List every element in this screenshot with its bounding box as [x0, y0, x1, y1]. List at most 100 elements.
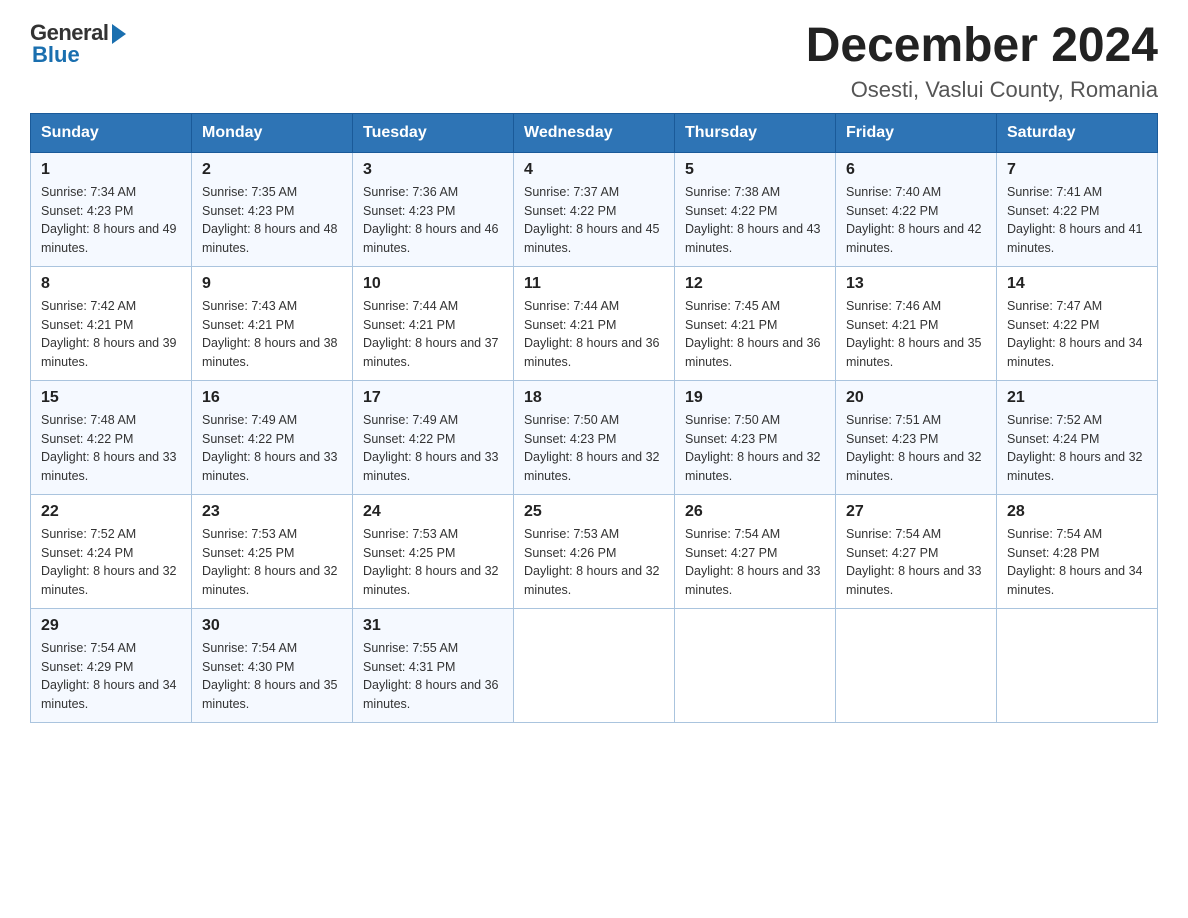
table-row	[997, 608, 1158, 722]
table-row: 13 Sunrise: 7:46 AM Sunset: 4:21 PM Dayl…	[836, 266, 997, 380]
table-row: 8 Sunrise: 7:42 AM Sunset: 4:21 PM Dayli…	[31, 266, 192, 380]
day-number: 15	[41, 389, 181, 407]
day-info: Sunrise: 7:49 AM Sunset: 4:22 PM Dayligh…	[202, 411, 342, 486]
page-header: General Blue December 2024 Osesti, Vaslu…	[30, 20, 1158, 103]
day-number: 18	[524, 389, 664, 407]
table-row: 5 Sunrise: 7:38 AM Sunset: 4:22 PM Dayli…	[675, 152, 836, 266]
day-number: 14	[1007, 275, 1147, 293]
day-info: Sunrise: 7:41 AM Sunset: 4:22 PM Dayligh…	[1007, 183, 1147, 258]
table-row: 11 Sunrise: 7:44 AM Sunset: 4:21 PM Dayl…	[514, 266, 675, 380]
table-row: 1 Sunrise: 7:34 AM Sunset: 4:23 PM Dayli…	[31, 152, 192, 266]
day-info: Sunrise: 7:40 AM Sunset: 4:22 PM Dayligh…	[846, 183, 986, 258]
table-row: 14 Sunrise: 7:47 AM Sunset: 4:22 PM Dayl…	[997, 266, 1158, 380]
table-row: 12 Sunrise: 7:45 AM Sunset: 4:21 PM Dayl…	[675, 266, 836, 380]
col-sunday: Sunday	[31, 113, 192, 152]
day-info: Sunrise: 7:53 AM Sunset: 4:25 PM Dayligh…	[363, 525, 503, 600]
day-info: Sunrise: 7:52 AM Sunset: 4:24 PM Dayligh…	[41, 525, 181, 600]
col-wednesday: Wednesday	[514, 113, 675, 152]
table-row: 28 Sunrise: 7:54 AM Sunset: 4:28 PM Dayl…	[997, 494, 1158, 608]
day-info: Sunrise: 7:44 AM Sunset: 4:21 PM Dayligh…	[363, 297, 503, 372]
day-number: 12	[685, 275, 825, 293]
calendar-title: December 2024	[806, 20, 1158, 73]
logo-blue-text: Blue	[32, 42, 80, 68]
table-row: 26 Sunrise: 7:54 AM Sunset: 4:27 PM Dayl…	[675, 494, 836, 608]
day-info: Sunrise: 7:45 AM Sunset: 4:21 PM Dayligh…	[685, 297, 825, 372]
table-row: 29 Sunrise: 7:54 AM Sunset: 4:29 PM Dayl…	[31, 608, 192, 722]
calendar-week-row: 15 Sunrise: 7:48 AM Sunset: 4:22 PM Dayl…	[31, 380, 1158, 494]
calendar-table: Sunday Monday Tuesday Wednesday Thursday…	[30, 113, 1158, 723]
table-row: 31 Sunrise: 7:55 AM Sunset: 4:31 PM Dayl…	[353, 608, 514, 722]
col-friday: Friday	[836, 113, 997, 152]
day-number: 25	[524, 503, 664, 521]
day-number: 7	[1007, 161, 1147, 179]
day-number: 20	[846, 389, 986, 407]
day-info: Sunrise: 7:42 AM Sunset: 4:21 PM Dayligh…	[41, 297, 181, 372]
calendar-week-row: 29 Sunrise: 7:54 AM Sunset: 4:29 PM Dayl…	[31, 608, 1158, 722]
day-number: 16	[202, 389, 342, 407]
day-info: Sunrise: 7:53 AM Sunset: 4:25 PM Dayligh…	[202, 525, 342, 600]
day-number: 24	[363, 503, 503, 521]
day-info: Sunrise: 7:53 AM Sunset: 4:26 PM Dayligh…	[524, 525, 664, 600]
table-row: 4 Sunrise: 7:37 AM Sunset: 4:22 PM Dayli…	[514, 152, 675, 266]
table-row: 30 Sunrise: 7:54 AM Sunset: 4:30 PM Dayl…	[192, 608, 353, 722]
table-row: 17 Sunrise: 7:49 AM Sunset: 4:22 PM Dayl…	[353, 380, 514, 494]
table-row: 25 Sunrise: 7:53 AM Sunset: 4:26 PM Dayl…	[514, 494, 675, 608]
day-info: Sunrise: 7:37 AM Sunset: 4:22 PM Dayligh…	[524, 183, 664, 258]
table-row: 7 Sunrise: 7:41 AM Sunset: 4:22 PM Dayli…	[997, 152, 1158, 266]
day-number: 22	[41, 503, 181, 521]
day-number: 29	[41, 617, 181, 635]
table-row: 10 Sunrise: 7:44 AM Sunset: 4:21 PM Dayl…	[353, 266, 514, 380]
day-info: Sunrise: 7:44 AM Sunset: 4:21 PM Dayligh…	[524, 297, 664, 372]
day-info: Sunrise: 7:48 AM Sunset: 4:22 PM Dayligh…	[41, 411, 181, 486]
table-row: 20 Sunrise: 7:51 AM Sunset: 4:23 PM Dayl…	[836, 380, 997, 494]
day-info: Sunrise: 7:54 AM Sunset: 4:27 PM Dayligh…	[685, 525, 825, 600]
day-number: 4	[524, 161, 664, 179]
logo-arrow-icon	[112, 24, 126, 44]
day-info: Sunrise: 7:54 AM Sunset: 4:30 PM Dayligh…	[202, 639, 342, 714]
calendar-week-row: 22 Sunrise: 7:52 AM Sunset: 4:24 PM Dayl…	[31, 494, 1158, 608]
table-row: 9 Sunrise: 7:43 AM Sunset: 4:21 PM Dayli…	[192, 266, 353, 380]
day-number: 23	[202, 503, 342, 521]
table-row: 15 Sunrise: 7:48 AM Sunset: 4:22 PM Dayl…	[31, 380, 192, 494]
day-number: 9	[202, 275, 342, 293]
table-row: 3 Sunrise: 7:36 AM Sunset: 4:23 PM Dayli…	[353, 152, 514, 266]
day-number: 13	[846, 275, 986, 293]
calendar-subtitle: Osesti, Vaslui County, Romania	[806, 77, 1158, 103]
calendar-week-row: 1 Sunrise: 7:34 AM Sunset: 4:23 PM Dayli…	[31, 152, 1158, 266]
day-info: Sunrise: 7:35 AM Sunset: 4:23 PM Dayligh…	[202, 183, 342, 258]
day-number: 21	[1007, 389, 1147, 407]
day-number: 30	[202, 617, 342, 635]
table-row: 6 Sunrise: 7:40 AM Sunset: 4:22 PM Dayli…	[836, 152, 997, 266]
day-info: Sunrise: 7:54 AM Sunset: 4:27 PM Dayligh…	[846, 525, 986, 600]
day-info: Sunrise: 7:36 AM Sunset: 4:23 PM Dayligh…	[363, 183, 503, 258]
day-info: Sunrise: 7:43 AM Sunset: 4:21 PM Dayligh…	[202, 297, 342, 372]
day-number: 1	[41, 161, 181, 179]
day-number: 2	[202, 161, 342, 179]
table-row: 21 Sunrise: 7:52 AM Sunset: 4:24 PM Dayl…	[997, 380, 1158, 494]
day-number: 6	[846, 161, 986, 179]
col-thursday: Thursday	[675, 113, 836, 152]
day-number: 17	[363, 389, 503, 407]
day-number: 26	[685, 503, 825, 521]
day-info: Sunrise: 7:50 AM Sunset: 4:23 PM Dayligh…	[685, 411, 825, 486]
table-row	[836, 608, 997, 722]
col-tuesday: Tuesday	[353, 113, 514, 152]
day-info: Sunrise: 7:55 AM Sunset: 4:31 PM Dayligh…	[363, 639, 503, 714]
day-info: Sunrise: 7:34 AM Sunset: 4:23 PM Dayligh…	[41, 183, 181, 258]
table-row	[675, 608, 836, 722]
day-info: Sunrise: 7:52 AM Sunset: 4:24 PM Dayligh…	[1007, 411, 1147, 486]
title-block: December 2024 Osesti, Vaslui County, Rom…	[806, 20, 1158, 103]
day-number: 8	[41, 275, 181, 293]
day-info: Sunrise: 7:54 AM Sunset: 4:29 PM Dayligh…	[41, 639, 181, 714]
table-row: 22 Sunrise: 7:52 AM Sunset: 4:24 PM Dayl…	[31, 494, 192, 608]
day-number: 11	[524, 275, 664, 293]
day-info: Sunrise: 7:49 AM Sunset: 4:22 PM Dayligh…	[363, 411, 503, 486]
day-info: Sunrise: 7:54 AM Sunset: 4:28 PM Dayligh…	[1007, 525, 1147, 600]
table-row: 16 Sunrise: 7:49 AM Sunset: 4:22 PM Dayl…	[192, 380, 353, 494]
table-row	[514, 608, 675, 722]
day-info: Sunrise: 7:47 AM Sunset: 4:22 PM Dayligh…	[1007, 297, 1147, 372]
table-row: 19 Sunrise: 7:50 AM Sunset: 4:23 PM Dayl…	[675, 380, 836, 494]
day-number: 27	[846, 503, 986, 521]
day-number: 31	[363, 617, 503, 635]
calendar-header-row: Sunday Monday Tuesday Wednesday Thursday…	[31, 113, 1158, 152]
